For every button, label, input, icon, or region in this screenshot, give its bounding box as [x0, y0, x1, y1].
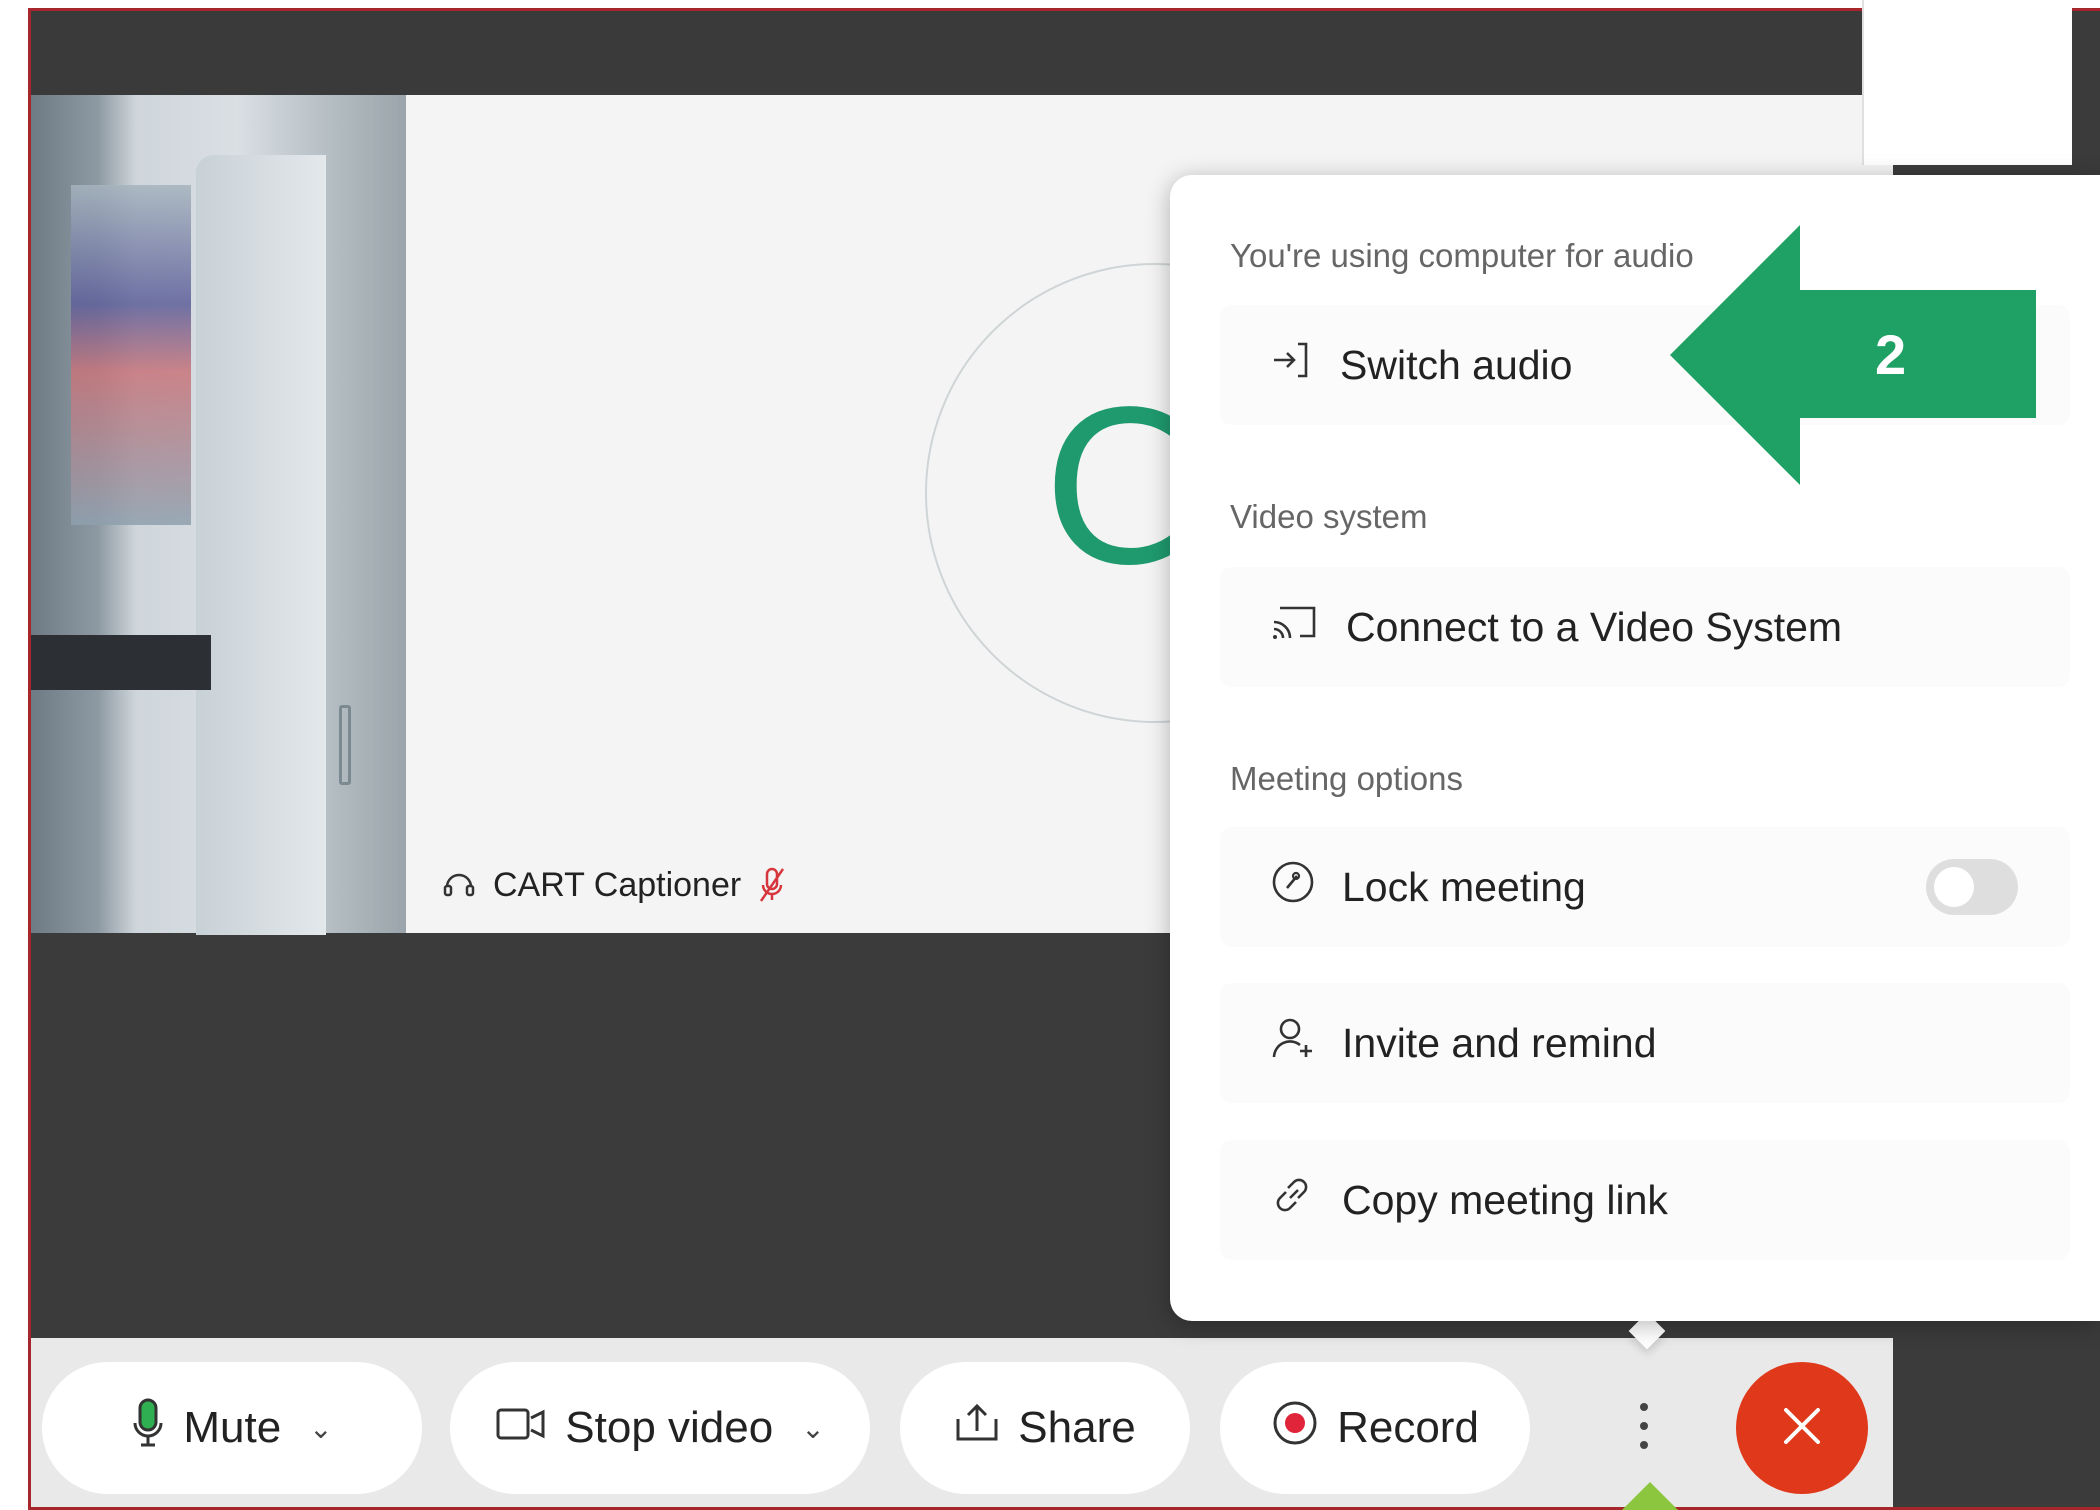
copy-link-label: Copy meeting link [1342, 1176, 1668, 1223]
top-bar [31, 11, 1893, 95]
video-background-poster [71, 185, 191, 525]
video-background-handle [339, 705, 351, 785]
participant-name-tag: CART Captioner [421, 855, 807, 915]
lock-meeting-label: Lock meeting [1342, 863, 1586, 910]
add-person-icon [1270, 1015, 1316, 1071]
switch-audio-label: Switch audio [1340, 341, 1573, 388]
connect-video-system-item[interactable]: Connect to a Video System [1220, 567, 2070, 687]
share-button[interactable]: Share [900, 1362, 1190, 1494]
self-view-video [31, 95, 406, 935]
invite-and-remind-item[interactable]: Invite and remind [1220, 983, 2070, 1103]
microphone-icon [131, 1397, 165, 1460]
record-label: Record [1337, 1403, 1479, 1452]
step-number-label: 2 [1875, 323, 1907, 386]
side-panel-edge [1862, 0, 2072, 165]
participant-name: CART Captioner [493, 865, 742, 904]
meeting-section-label: Meeting options [1230, 760, 1463, 797]
link-icon [1270, 1172, 1316, 1228]
mute-button[interactable]: Mute ⌄ [42, 1362, 422, 1494]
more-vertical-icon [1638, 1401, 1650, 1456]
video-background-door [196, 155, 326, 935]
share-icon [954, 1403, 1000, 1454]
mute-label: Mute [183, 1403, 282, 1452]
switch-audio-icon [1270, 338, 1314, 392]
record-icon [1271, 1399, 1319, 1458]
chevron-down-icon[interactable]: ⌄ [801, 1412, 824, 1445]
muted-mic-icon [757, 865, 787, 905]
step-arrow-up [1622, 1482, 1678, 1510]
camera-icon [495, 1403, 547, 1453]
chevron-down-icon[interactable]: ⌄ [309, 1412, 332, 1445]
more-options-button[interactable] [1592, 1362, 1696, 1494]
stop-video-button[interactable]: Stop video ⌄ [450, 1362, 870, 1494]
invite-label: Invite and remind [1342, 1019, 1657, 1066]
step-arrow-left [1670, 225, 2036, 485]
share-label: Share [1018, 1403, 1136, 1452]
lock-meeting-item[interactable]: Lock meeting [1220, 827, 2070, 947]
connect-video-label: Connect to a Video System [1346, 603, 1843, 650]
lock-icon [1270, 859, 1316, 915]
stop-video-label: Stop video [565, 1403, 774, 1452]
video-background-shelf [31, 635, 211, 690]
headset-icon [441, 867, 477, 903]
cast-icon [1270, 602, 1320, 652]
video-section-label: Video system [1230, 498, 1428, 535]
copy-meeting-link-item[interactable]: Copy meeting link [1220, 1140, 2070, 1260]
lock-meeting-toggle[interactable] [1926, 859, 2018, 915]
end-meeting-button[interactable] [1736, 1362, 1868, 1494]
audio-section-label: You're using computer for audio [1230, 237, 1694, 274]
record-button[interactable]: Record [1220, 1362, 1530, 1494]
close-icon [1780, 1404, 1824, 1453]
